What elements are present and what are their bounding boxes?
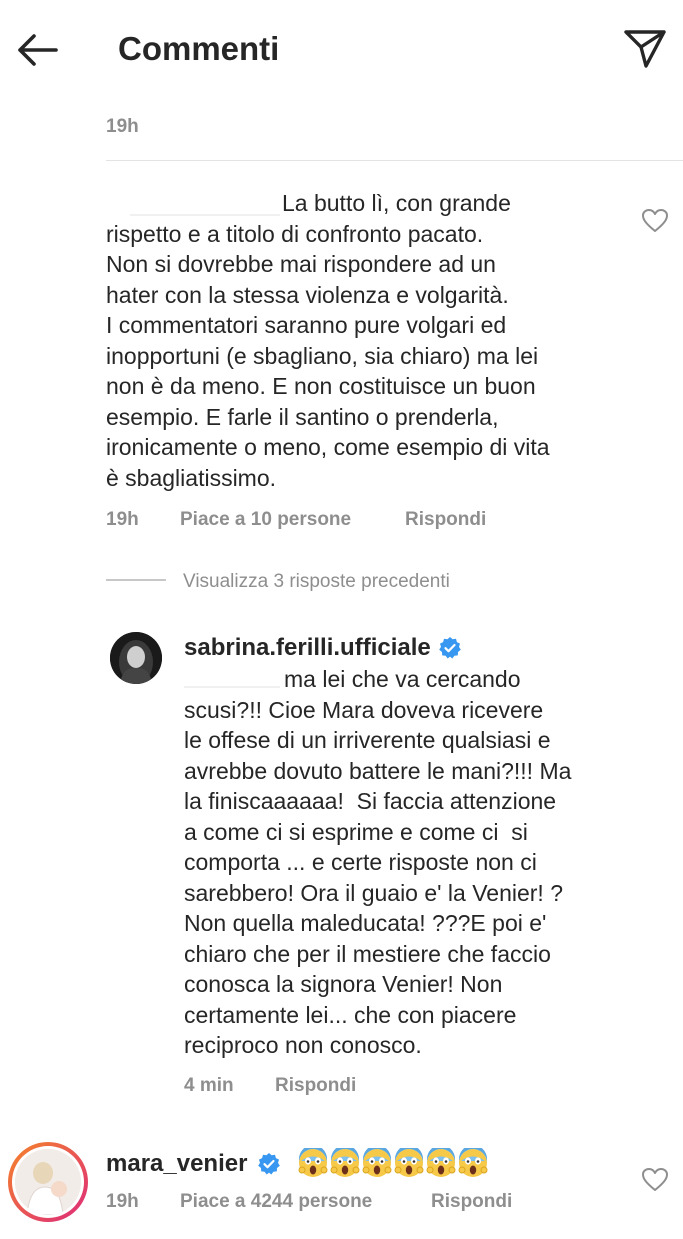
comment-1: La butto lì, con grande rispetto e a tit… (106, 188, 626, 493)
comment-1-time: 19h (106, 509, 139, 530)
verified-badge-icon (257, 1152, 281, 1176)
comment-emoji-text (298, 1148, 488, 1178)
comment-reply-button[interactable]: Rispondi (431, 1191, 512, 1213)
avatar[interactable] (110, 632, 162, 684)
screaming-face-icon (362, 1148, 392, 1177)
avatar-story-ring[interactable] (8, 1142, 88, 1222)
reply-reply-button[interactable]: Rispondi (275, 1075, 356, 1097)
arrow-left-icon (18, 34, 58, 66)
header-bar: Commenti (0, 0, 683, 100)
like-button[interactable] (641, 1167, 669, 1193)
avatar-ring-gap (12, 1146, 84, 1218)
divider (106, 160, 683, 161)
verified-badge-icon (438, 636, 462, 660)
screaming-face-icon (298, 1148, 328, 1177)
comment-likes[interactable]: Piace a 4244 persone (180, 1191, 372, 1213)
avatar-image (110, 632, 162, 684)
comment-1-text: rispetto e a titolo di confronto pacato.… (106, 220, 550, 491)
screaming-face-icon (426, 1148, 456, 1177)
comment-1-reply-button[interactable]: Rispondi (405, 509, 486, 531)
replies-divider-line (106, 579, 166, 581)
back-button[interactable] (14, 28, 62, 72)
screaming-face-icon (458, 1148, 488, 1177)
comment-1-likes[interactable]: Piace a 10 persone (180, 509, 351, 531)
previous-comment-time: 19h (106, 116, 139, 137)
screaming-face-icon (330, 1148, 360, 1177)
page-title: Commenti (118, 30, 280, 67)
reply-time: 4 min (184, 1075, 234, 1096)
avatar (15, 1149, 81, 1215)
heart-icon (642, 209, 668, 232)
view-previous-replies[interactable]: Visualizza 3 risposte precedenti (183, 571, 450, 593)
reply-text-block: ma lei che va cercando scusi?!! Cioe Mar… (184, 664, 654, 1061)
redacted-username (130, 214, 280, 216)
comment-username[interactable]: mara_venier (106, 1150, 247, 1178)
share-button[interactable] (622, 26, 668, 72)
avatar-image (15, 1149, 81, 1215)
reply-text: scusi?!! Cioe Mara doveva ricevere le of… (184, 696, 572, 1059)
comment-time: 19h (106, 1191, 139, 1212)
screaming-face-icon (394, 1148, 424, 1177)
reply-username[interactable]: sabrina.ferilli.ufficiale (184, 634, 431, 662)
heart-icon (642, 1168, 668, 1191)
reply-text-first-line: ma lei che va cercando (284, 666, 521, 692)
redacted-mention (184, 686, 280, 688)
like-button[interactable] (641, 208, 669, 234)
paper-plane-icon (624, 30, 666, 68)
